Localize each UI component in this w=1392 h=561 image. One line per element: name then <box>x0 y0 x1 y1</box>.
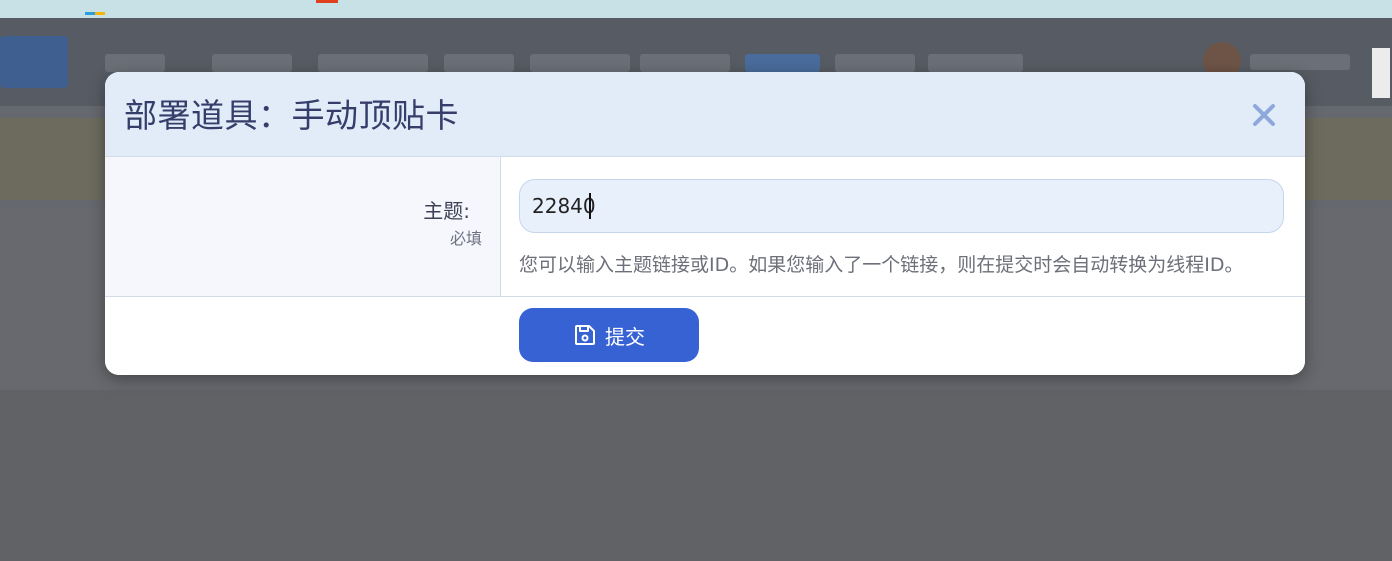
site-logo <box>0 36 68 88</box>
save-icon <box>573 323 597 347</box>
page-scrollbar <box>1372 48 1390 98</box>
windows-logo-icon <box>85 0 107 15</box>
field-help-text: 您可以输入主题链接或ID。如果您输入了一个链接，则在提交时会自动转换为线程ID。 <box>519 254 1244 276</box>
nav-item <box>105 54 165 72</box>
nav-item <box>444 54 514 72</box>
modal-footer: 提交 <box>105 297 1305 375</box>
submit-button[interactable]: 提交 <box>519 308 699 362</box>
app-icon <box>316 0 338 3</box>
close-button[interactable] <box>1247 98 1281 132</box>
field-label-cell: 主题: 必填 <box>105 157 501 296</box>
text-caret <box>589 193 591 219</box>
close-icon <box>1253 104 1275 126</box>
background-lower-area <box>0 390 1392 561</box>
nav-item <box>640 54 730 72</box>
modal-title: 部署道具：手动顶贴卡 <box>124 96 459 135</box>
nav-item <box>212 54 292 72</box>
modal-header: 部署道具：手动顶贴卡 <box>105 72 1305 157</box>
nav-item <box>530 54 630 72</box>
deploy-item-modal: 部署道具：手动顶贴卡 主题: 必填 您可以输入主题链接或ID。如果您输入了一个链… <box>105 72 1305 375</box>
nav-item <box>928 54 1023 72</box>
topic-label: 主题: <box>423 199 470 223</box>
field-input-cell: 您可以输入主题链接或ID。如果您输入了一个链接，则在提交时会自动转换为线程ID。 <box>501 157 1305 296</box>
topic-input[interactable] <box>519 179 1284 233</box>
submit-label: 提交 <box>605 324 645 349</box>
required-note: 必填 <box>449 229 482 248</box>
nav-item-active <box>745 54 820 72</box>
topic-form-row: 主题: 必填 您可以输入主题链接或ID。如果您输入了一个链接，则在提交时会自动转… <box>105 157 1305 297</box>
username <box>1250 54 1350 70</box>
nav-item <box>835 54 915 72</box>
browser-top-strip <box>0 0 1392 18</box>
nav-item <box>318 54 428 72</box>
